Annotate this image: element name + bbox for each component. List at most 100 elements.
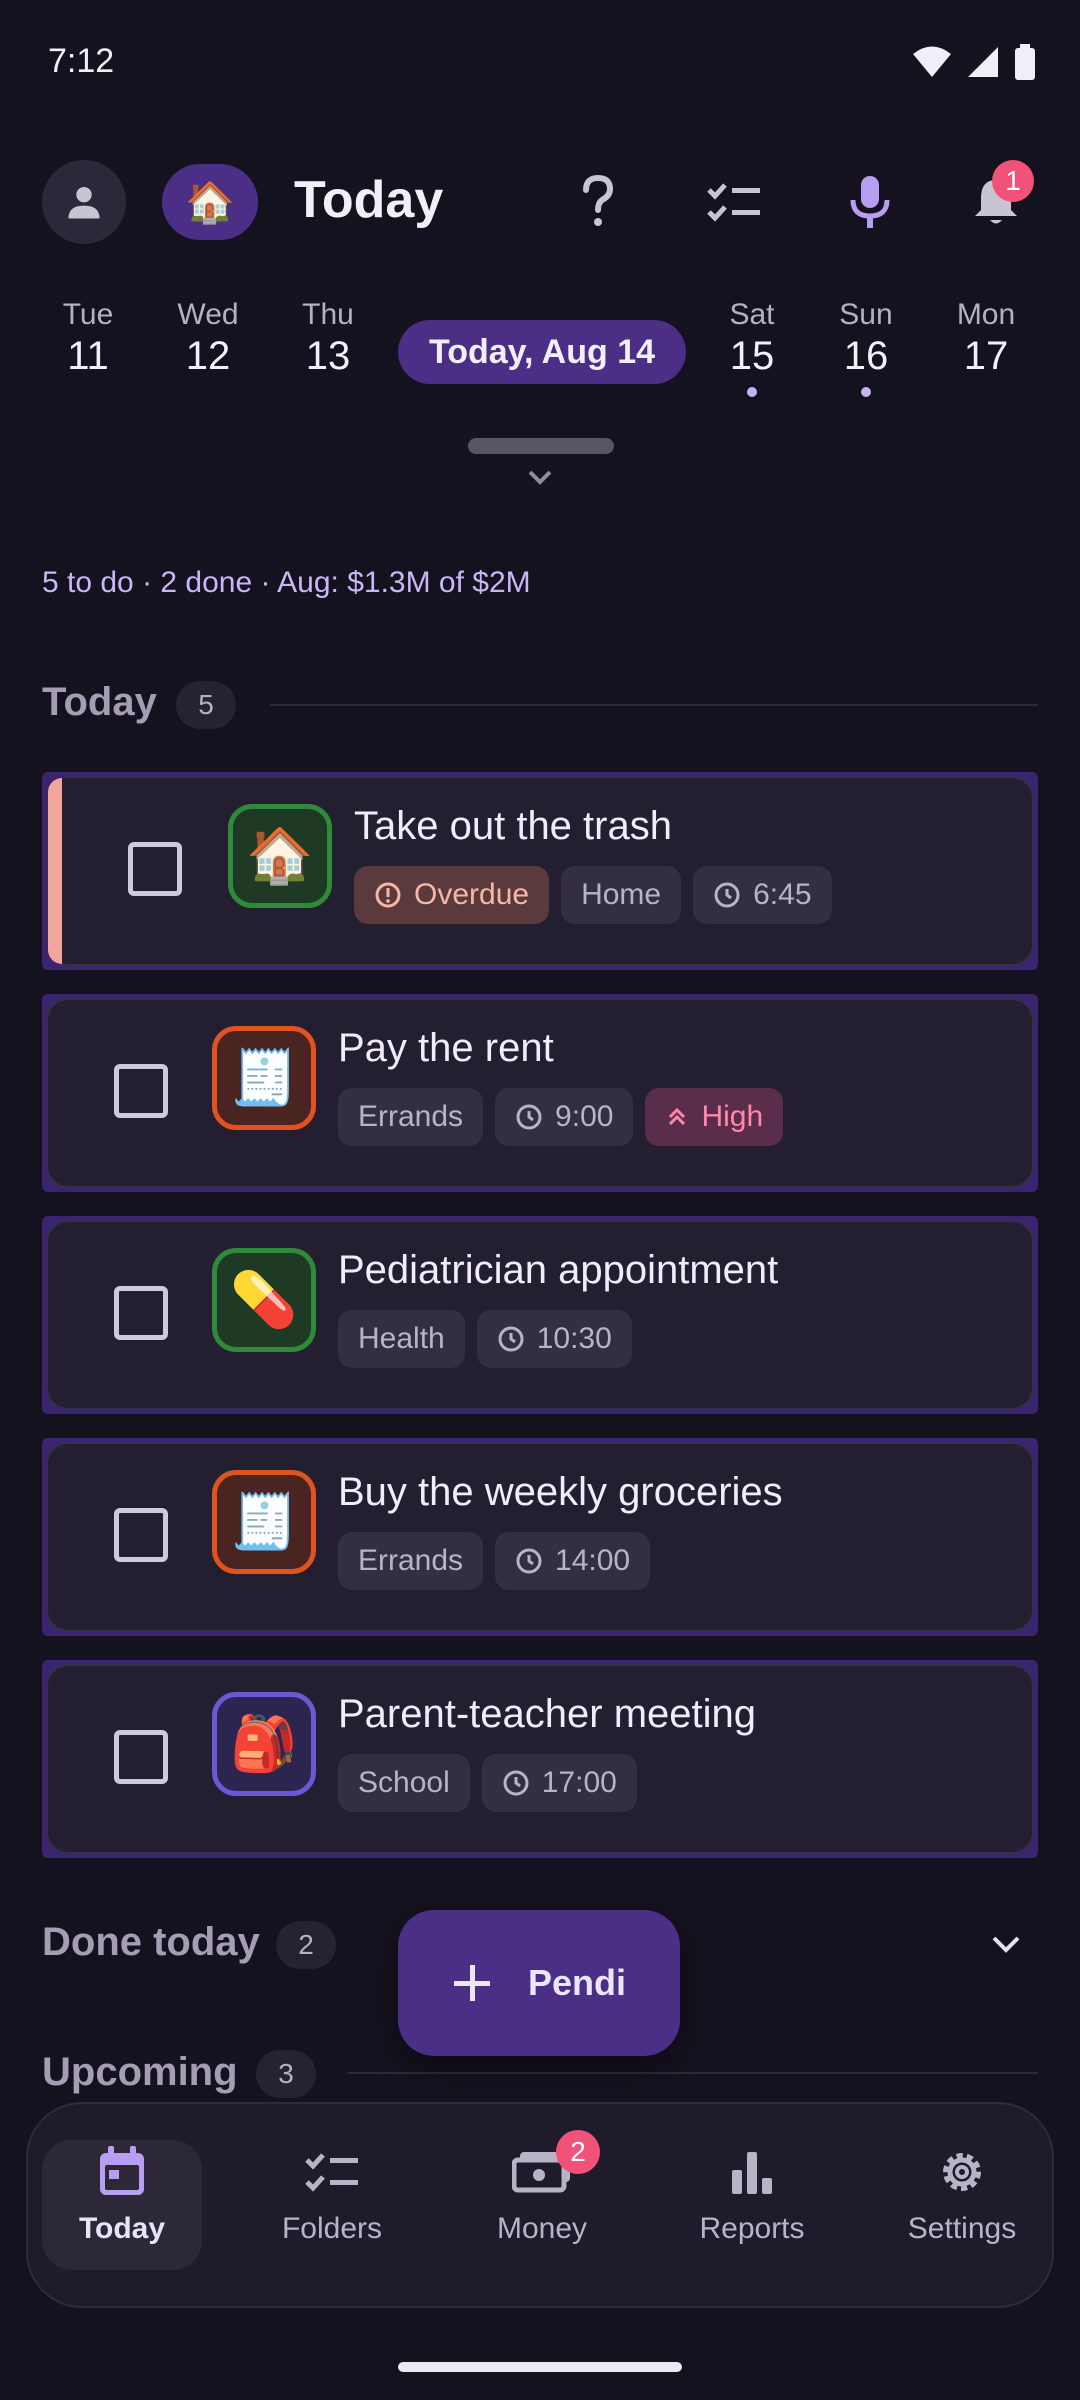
status-icons: [912, 44, 1036, 80]
category-chip: Health: [338, 1310, 465, 1368]
alert-icon: [375, 882, 401, 908]
house-icon: 🏠: [246, 825, 314, 886]
day-of-week: Sat: [729, 298, 775, 331]
section-count-today: 5: [176, 681, 236, 729]
fab-label: Pendi: [527, 1962, 626, 2003]
day-of-week: Thu: [302, 298, 354, 331]
chip-label: 17:00: [541, 1766, 617, 1799]
avatar-button[interactable]: [42, 160, 126, 244]
category-icon: 💊: [212, 1248, 316, 1352]
double-chevron-up-icon: [669, 1107, 686, 1126]
section-divider: [348, 2072, 1038, 2074]
day-number: 11: [67, 334, 109, 378]
home-indicator: [398, 2362, 682, 2372]
day-wed-12[interactable]: Wed 12: [158, 298, 258, 379]
task-card[interactable]: 🧾 Buy the weekly groceries Errands 14:00: [42, 1438, 1038, 1636]
task-card[interactable]: 💊 Pediatrician appointment Health 10:30: [42, 1216, 1038, 1414]
calendar-expand-handle[interactable]: [468, 438, 614, 454]
chip-label: 14:00: [555, 1544, 631, 1577]
chip-label: Errands: [358, 1544, 464, 1577]
time-chip: 9:00: [495, 1088, 634, 1146]
page-title: Today: [294, 171, 444, 229]
home-space-button[interactable]: 🏠: [162, 164, 258, 240]
event-dot: [747, 387, 757, 397]
nav-label: Reports: [699, 2212, 805, 2245]
category-chip: Errands: [338, 1532, 484, 1590]
help-button[interactable]: [566, 168, 630, 236]
task-title: Pediatrician appointment: [338, 1248, 779, 1292]
day-sat-15[interactable]: Sat 15: [702, 298, 802, 397]
clock-icon: [516, 1548, 542, 1574]
chip-label: School: [358, 1766, 450, 1799]
day-of-week: Mon: [956, 298, 1016, 331]
day-number: 13: [305, 334, 351, 378]
day-of-week: Wed: [177, 298, 239, 331]
day-thu-13[interactable]: Thu 13: [278, 298, 378, 379]
checklist-button[interactable]: [702, 168, 766, 236]
nav-label: Money: [496, 2212, 588, 2245]
wifi-icon: [913, 46, 951, 77]
overdue-chip: Overdue: [354, 866, 550, 924]
chip-label: 10:30: [536, 1322, 612, 1355]
task-card[interactable]: 🏠 Take out the trash Overdue Home 6:45: [42, 772, 1038, 970]
event-dot: [861, 387, 871, 397]
chip-label: High: [701, 1100, 764, 1133]
overdue-indicator: [48, 778, 62, 964]
notifications-button[interactable]: 1: [964, 160, 1034, 236]
add-task-fab[interactable]: Pendi: [398, 1910, 680, 2056]
priority-chip: High: [645, 1088, 784, 1146]
chevron-down-icon[interactable]: [986, 1928, 1026, 1962]
clock-icon: [516, 1104, 542, 1130]
day-mon-17[interactable]: Mon 17: [936, 298, 1036, 379]
task-checkbox[interactable]: [128, 842, 182, 896]
nav-today[interactable]: Today: [32, 2144, 212, 2246]
section-count-upcoming: 3: [256, 2050, 316, 2098]
task-checkbox[interactable]: [114, 1064, 168, 1118]
chip-label: Errands: [358, 1100, 464, 1133]
category-chip: School: [338, 1754, 470, 1812]
clock-icon: [503, 1770, 529, 1796]
chip-label: 6:45: [753, 878, 812, 911]
task-card[interactable]: 🎒 Parent-teacher meeting School 17:00: [42, 1660, 1038, 1858]
nav-reports[interactable]: Reports: [662, 2144, 842, 2246]
time-chip: 10:30: [476, 1310, 632, 1368]
task-checkbox[interactable]: [114, 1730, 168, 1784]
nav-money[interactable]: 2 Money: [452, 2130, 632, 2246]
day-of-week: Sun: [839, 298, 893, 331]
category-chip: Errands: [338, 1088, 484, 1146]
summary-text: 5 to do · 2 done · Aug: $1.3M of $2M: [42, 566, 531, 599]
time-chip: 6:45: [693, 866, 832, 924]
clock-icon: [714, 882, 740, 908]
voice-button[interactable]: [838, 168, 902, 236]
nav-label: Settings: [907, 2212, 1017, 2245]
category-icon: 🎒: [212, 1692, 316, 1796]
section-title-today: Today: [42, 680, 157, 724]
day-number: 15: [729, 334, 775, 378]
day-number: 12: [185, 334, 231, 378]
time-chip: 14:00: [495, 1532, 651, 1590]
task-title: Buy the weekly groceries: [338, 1470, 783, 1514]
section-title-done[interactable]: Done today: [42, 1920, 260, 1965]
section-count-done: 2: [276, 1921, 336, 1969]
money-badge: 2: [556, 2130, 600, 2174]
category-icon: 🏠: [228, 804, 332, 908]
chevron-down-icon[interactable]: [522, 462, 558, 492]
day-number: 16: [843, 334, 889, 378]
chip-label: Home: [581, 878, 662, 911]
task-checkbox[interactable]: [114, 1286, 168, 1340]
task-card[interactable]: 🧾 Pay the rent Errands 9:00 High: [42, 994, 1038, 1192]
selected-day-pill[interactable]: Today, Aug 14: [398, 320, 686, 384]
pill-icon: 💊: [230, 1269, 298, 1330]
nav-folders[interactable]: Folders: [242, 2144, 422, 2246]
person-icon: [68, 186, 100, 219]
day-sun-16[interactable]: Sun 16: [816, 298, 916, 397]
house-icon: 🏠: [185, 180, 235, 225]
clock-icon: [498, 1326, 524, 1352]
task-checkbox[interactable]: [114, 1508, 168, 1562]
time-chip: 17:00: [481, 1754, 637, 1812]
day-tue-11[interactable]: Tue 11: [38, 298, 138, 379]
category-chip: Home: [561, 866, 682, 924]
nav-settings[interactable]: Settings: [872, 2144, 1052, 2246]
section-divider: [270, 704, 1038, 706]
category-icon: 🧾: [212, 1026, 316, 1130]
